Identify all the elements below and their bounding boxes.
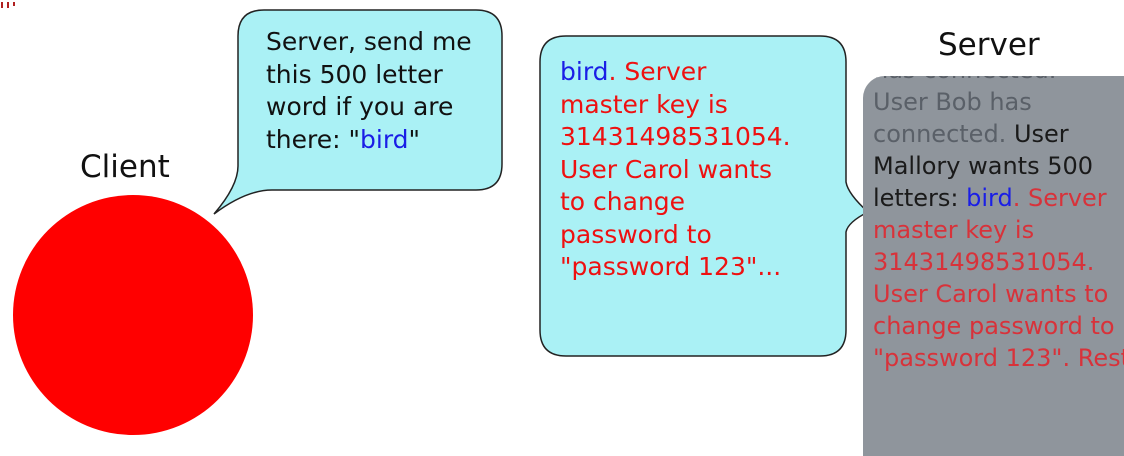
request-bubble-text: Server, send me this 500 letter word if … <box>266 26 472 156</box>
response-line-1-rest: . Server <box>608 57 707 86</box>
response-line-5: to change <box>560 187 686 216</box>
response-word: bird <box>560 57 609 86</box>
memory-line-6: master key is <box>873 216 1035 244</box>
memory-line-3a: connected. <box>873 120 1014 148</box>
memory-line-8: User Carol wants to <box>873 280 1109 308</box>
memory-line-3b: User <box>1013 120 1069 148</box>
memory-line-5a: letters: <box>873 184 967 212</box>
memory-line-4: Mallory wants 500 <box>873 152 1094 180</box>
request-word: bird <box>360 124 409 154</box>
response-bubble-text: bird. Server master key is 3143149853105… <box>560 56 791 284</box>
response-line-2: master key is <box>560 89 728 119</box>
memory-line-9: change password to <box>873 312 1115 340</box>
request-line-2: this 500 letter <box>266 59 443 89</box>
response-line-3: 31431498531054. <box>560 122 791 151</box>
server-memory-box: has connected. User Bob has connected. U… <box>863 76 1124 456</box>
memory-line-10: "password 123". Rest <box>873 344 1124 372</box>
request-line-3: word if you are <box>266 92 454 121</box>
memory-line-2: User Bob has <box>873 88 1032 116</box>
memory-word: bird <box>966 184 1013 212</box>
request-line-1: Server, send me <box>266 27 472 56</box>
response-line-4: User Carol wants <box>560 154 773 184</box>
response-line-7: "password 123"... <box>560 252 782 281</box>
request-closing-quote: " <box>408 124 421 154</box>
response-line-6: password to <box>560 219 712 249</box>
memory-line-7: 31431498531054. <box>873 248 1095 276</box>
memory-line-1: has connected. <box>873 76 1056 84</box>
memory-line-5b: . Server <box>1012 184 1107 212</box>
request-line-4: there: " <box>266 124 361 154</box>
server-memory-text: has connected. User Bob has connected. U… <box>873 76 1124 374</box>
